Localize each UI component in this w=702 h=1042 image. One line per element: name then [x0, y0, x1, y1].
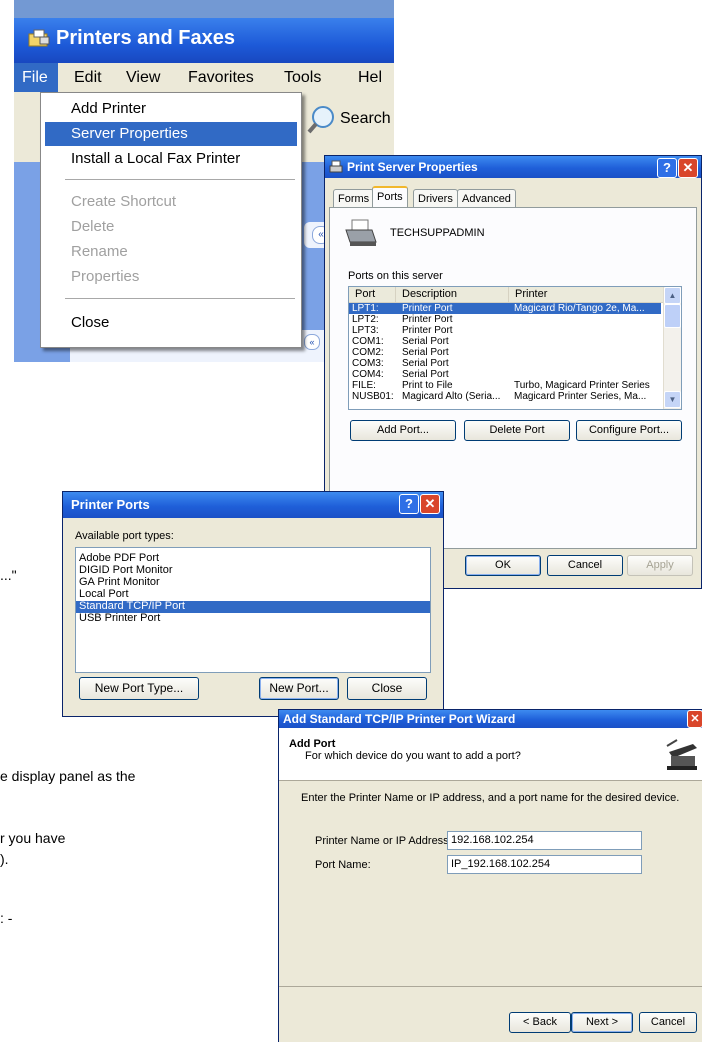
- tcpip-port-wizard: Add Standard TCP/IP Printer Port Wizard …: [278, 709, 702, 1042]
- dialog-title: Print Server Properties: [347, 160, 478, 174]
- file-menu-dropdown: Add Printer Server Properties Install a …: [40, 92, 302, 348]
- printer-folder-icon: [28, 29, 50, 47]
- cancel-button[interactable]: Cancel: [639, 1012, 697, 1033]
- menu-separator: [65, 179, 295, 180]
- tab-advanced[interactable]: Advanced: [457, 189, 516, 208]
- scroll-down-icon[interactable]: ▼: [664, 391, 681, 408]
- column-header-port[interactable]: Port: [349, 287, 396, 303]
- menu-edit[interactable]: Edit: [74, 69, 102, 87]
- close-button[interactable]: ✕: [678, 158, 698, 178]
- configure-port-button[interactable]: Configure Port...: [576, 420, 682, 441]
- wizard-instruction: Enter the Printer Name or IP address, an…: [301, 792, 680, 804]
- menu-bar: File Edit View Favorites Tools Hel: [14, 63, 394, 92]
- menu-item-rename[interactable]: Rename: [45, 240, 297, 264]
- dialog-title: Add Standard TCP/IP Printer Port Wizard: [283, 712, 516, 726]
- help-button[interactable]: ?: [399, 494, 419, 514]
- menu-separator: [65, 298, 295, 299]
- menu-item-delete[interactable]: Delete: [45, 215, 297, 239]
- doc-text-fragment: ...": [0, 567, 17, 583]
- list-item[interactable]: USB Printer Port: [76, 613, 430, 625]
- table-row[interactable]: LPT3: Printer Port: [349, 325, 679, 336]
- menu-file[interactable]: File: [14, 63, 58, 92]
- ports-list-scrollbar[interactable]: ▲ ▼: [663, 287, 681, 409]
- scroll-thumb[interactable]: [664, 304, 681, 328]
- server-printer-icon: [345, 219, 377, 246]
- doc-text-fragment: : -: [0, 910, 13, 926]
- available-port-types-label: Available port types:: [75, 530, 174, 542]
- menu-item-install-fax[interactable]: Install a Local Fax Printer: [45, 147, 297, 171]
- close-button[interactable]: ✕: [420, 494, 440, 514]
- ip-address-label: Printer Name or IP Address:: [315, 835, 452, 847]
- port-name-input[interactable]: IP_192.168.102.254: [447, 855, 642, 874]
- port-types-list[interactable]: Adobe PDF Port DIGID Port Monitor GA Pri…: [75, 547, 431, 673]
- dialog-title-bar: Add Standard TCP/IP Printer Port Wizard …: [279, 710, 702, 728]
- chevron-up-icon[interactable]: «: [304, 334, 320, 350]
- menu-view[interactable]: View: [126, 69, 160, 87]
- table-row[interactable]: LPT1: Printer Port Magicard Rio/Tango 2e, …: [349, 303, 661, 314]
- table-row[interactable]: NUSB01: Magicard Alto (Seria... Magicard P…: [349, 391, 679, 402]
- tab-forms[interactable]: Forms: [333, 189, 375, 208]
- wizard-subheading: For which device do you want to add a po…: [305, 750, 521, 762]
- table-row[interactable]: FILE: Print to File Turbo, Magicard Printe…: [349, 380, 679, 391]
- tab-drivers[interactable]: Drivers: [413, 189, 458, 208]
- menu-item-add-printer[interactable]: Add Printer: [45, 97, 297, 121]
- server-name: TECHSUPPADMIN: [390, 227, 485, 239]
- printer-icon: [329, 160, 343, 173]
- cancel-button[interactable]: Cancel: [547, 555, 623, 576]
- delete-port-button[interactable]: Delete Port: [464, 420, 570, 441]
- table-row[interactable]: COM1: Serial Port: [349, 336, 679, 347]
- ports-list[interactable]: Port Description Printer LPT1: Printer Po…: [348, 286, 682, 410]
- menu-item-create-shortcut[interactable]: Create Shortcut: [45, 190, 297, 214]
- apply-button[interactable]: Apply: [627, 555, 693, 576]
- doc-text-fragment: ).: [0, 851, 9, 867]
- ok-button[interactable]: OK: [465, 555, 541, 576]
- window-title: Printers and Faxes: [56, 27, 235, 49]
- wizard-header: Add Port For which device do you want to…: [279, 728, 702, 781]
- doc-text-fragment: e display panel as the: [0, 768, 136, 784]
- table-row[interactable]: LPT2: Printer Port: [349, 314, 679, 325]
- add-port-button[interactable]: Add Port...: [350, 420, 456, 441]
- dialog-title-bar: Printer Ports ? ✕: [63, 492, 443, 518]
- menu-item-server-properties[interactable]: Server Properties: [45, 122, 297, 146]
- next-button[interactable]: Next >: [571, 1012, 633, 1033]
- new-port-type-button[interactable]: New Port Type...: [79, 677, 199, 700]
- dialog-title: Printer Ports: [71, 497, 150, 512]
- menu-item-properties[interactable]: Properties: [45, 265, 297, 289]
- table-row[interactable]: COM2: Serial Port: [349, 347, 679, 358]
- menu-favorites[interactable]: Favorites: [188, 69, 254, 87]
- ports-label: Ports on this server: [348, 270, 443, 282]
- wizard-heading: Add Port: [289, 738, 336, 750]
- ip-address-input[interactable]: 192.168.102.254: [447, 831, 642, 850]
- menu-help[interactable]: Hel: [358, 69, 382, 87]
- printer-ports-dialog: Printer Ports ? ✕ Available port types: …: [62, 491, 444, 717]
- search-icon[interactable]: [306, 105, 336, 135]
- column-header-description[interactable]: Description: [396, 287, 509, 303]
- new-port-button[interactable]: New Port...: [259, 677, 339, 700]
- doc-text-fragment: r you have: [0, 830, 66, 846]
- menu-item-close[interactable]: Close: [45, 311, 297, 335]
- port-name-label: Port Name:: [315, 859, 371, 871]
- dialog-title-bar: Print Server Properties ? ✕: [325, 156, 701, 178]
- help-button[interactable]: ?: [657, 158, 677, 178]
- table-row[interactable]: COM4: Serial Port: [349, 369, 679, 380]
- divider: [279, 986, 702, 987]
- close-button[interactable]: ✕: [687, 710, 702, 728]
- column-header-printer[interactable]: Printer: [509, 287, 664, 303]
- list-item[interactable]: GA Print Monitor: [76, 577, 430, 589]
- close-dialog-button[interactable]: Close: [347, 677, 427, 700]
- menu-tools[interactable]: Tools: [284, 69, 321, 87]
- network-printer-icon: [663, 736, 699, 772]
- search-button[interactable]: Search: [340, 110, 391, 128]
- scroll-up-icon[interactable]: ▲: [664, 287, 681, 304]
- window-top-strip: [14, 0, 394, 18]
- back-button[interactable]: < Back: [509, 1012, 571, 1033]
- table-row[interactable]: COM3: Serial Port: [349, 358, 679, 369]
